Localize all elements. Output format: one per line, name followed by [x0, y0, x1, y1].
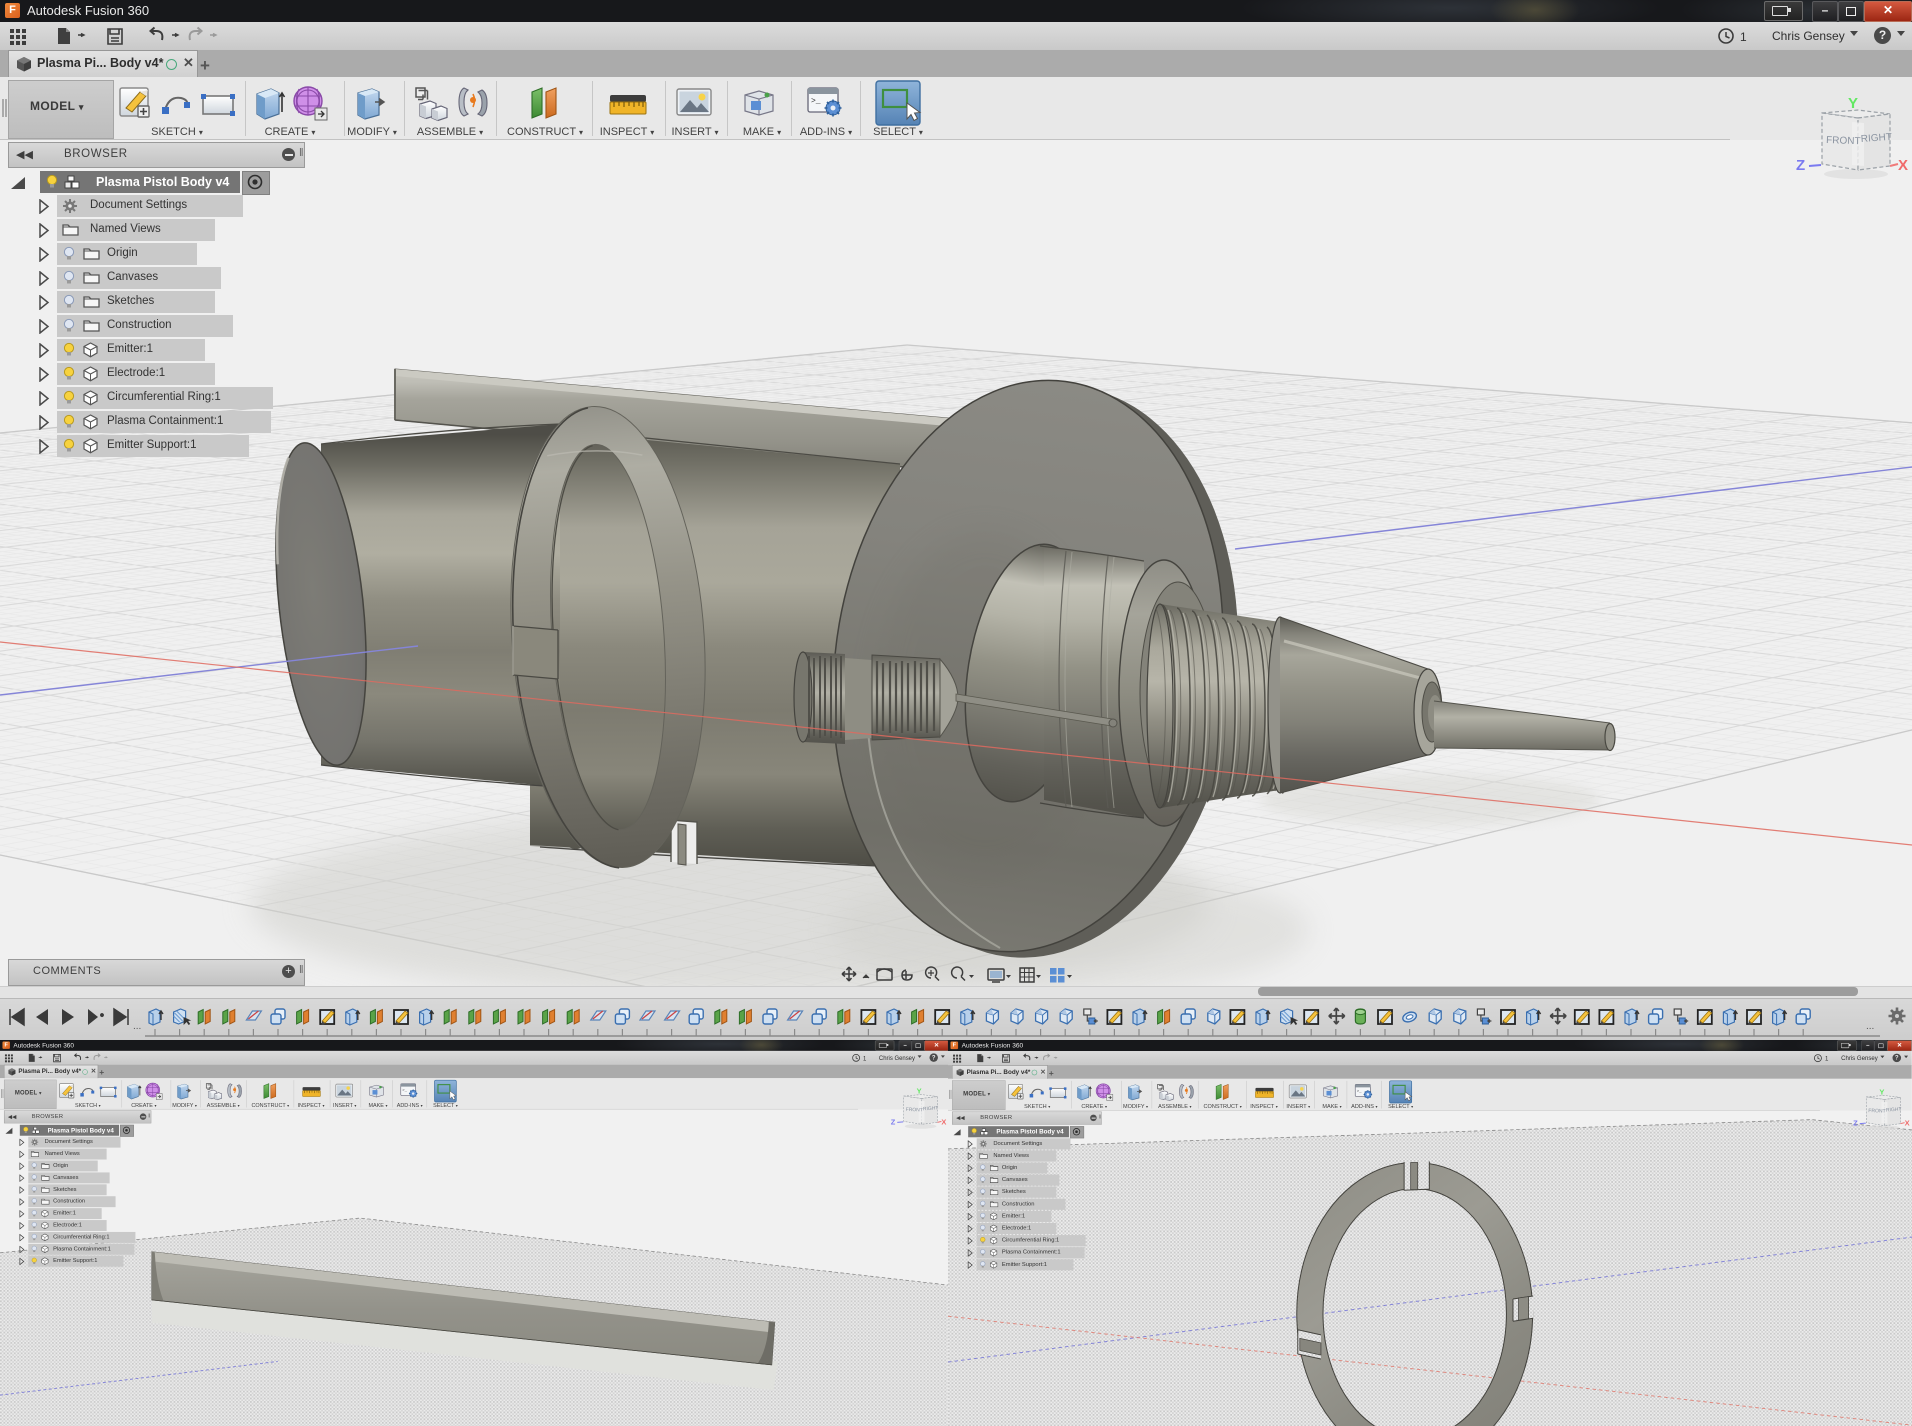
- svg-text:1: 1: [863, 1056, 867, 1062]
- svg-text:Z: Z: [891, 1117, 896, 1126]
- svg-text:1: 1: [1825, 1057, 1829, 1063]
- svg-text:FRONT: FRONT: [1868, 1108, 1886, 1115]
- svg-text:Y: Y: [917, 1087, 922, 1096]
- svg-text:RIGHT: RIGHT: [1886, 1106, 1902, 1113]
- svg-text:FRONT: FRONT: [1826, 135, 1861, 147]
- svg-text:Y: Y: [1879, 1087, 1884, 1096]
- svg-text:>_: >_: [811, 97, 821, 106]
- svg-text:X: X: [1905, 1119, 1910, 1128]
- svg-text:>_: >_: [1357, 1089, 1362, 1094]
- svg-text:X: X: [1898, 157, 1908, 174]
- svg-text:1: 1: [1740, 30, 1747, 44]
- svg-text:...: ...: [1866, 1021, 1874, 1032]
- svg-text:RIGHT: RIGHT: [1860, 132, 1892, 145]
- svg-text:Z: Z: [1796, 157, 1805, 174]
- svg-text:X: X: [941, 1117, 946, 1126]
- svg-text:Z: Z: [1853, 1119, 1858, 1128]
- svg-text:Y: Y: [1848, 95, 1858, 112]
- svg-text:>_: >_: [402, 1088, 407, 1093]
